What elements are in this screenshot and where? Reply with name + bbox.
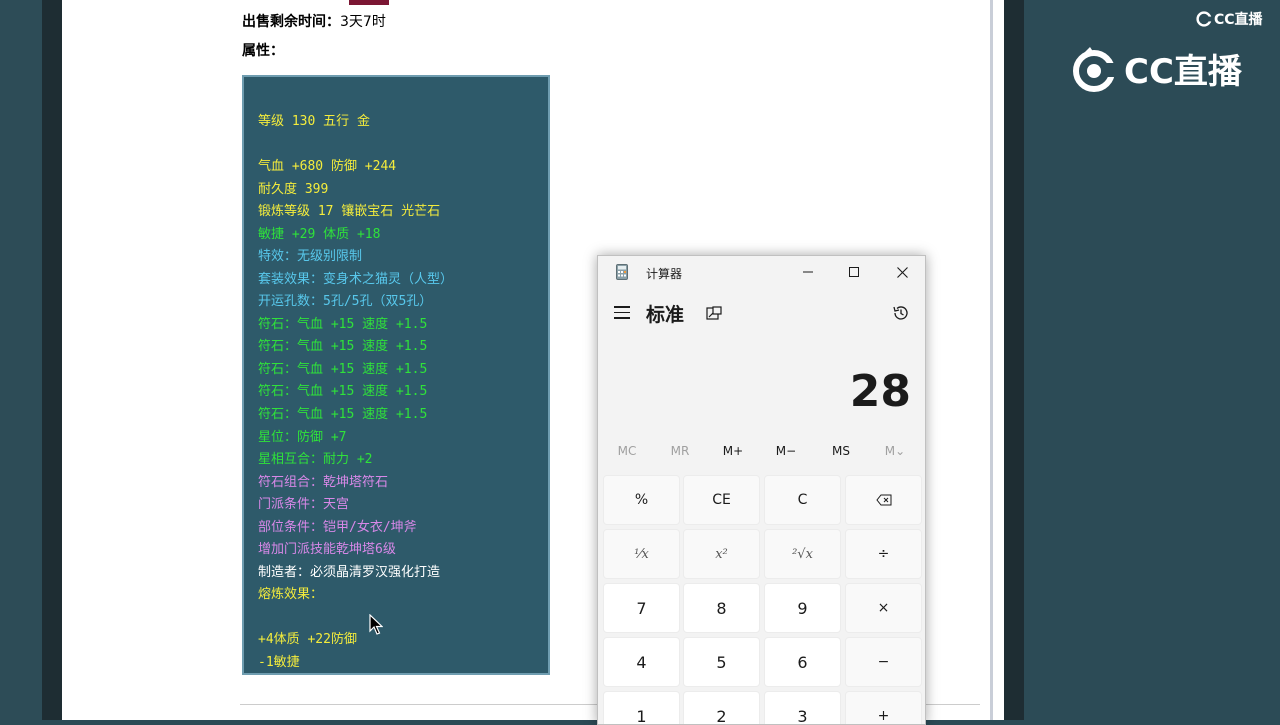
attr-line: 等级 130 五行 金	[258, 114, 370, 129]
attr-line: 熔炼效果：	[258, 587, 324, 602]
history-icon[interactable]	[892, 304, 910, 322]
backspace-button[interactable]	[845, 475, 922, 525]
memory-subtract-button[interactable]: M−	[759, 444, 813, 458]
attr-line: 特效：无级别限制	[258, 249, 363, 264]
calculator-titlebar[interactable]: 计算器	[598, 256, 925, 288]
keep-on-top-icon[interactable]	[706, 306, 722, 322]
memory-clear-button[interactable]: MC	[600, 444, 654, 458]
reciprocal-button[interactable]: ¹⁄x	[603, 529, 680, 579]
right-background	[1024, 0, 1280, 720]
attr-line: 符石：气血 +15 速度 +1.5	[258, 407, 428, 422]
attr-line: +4体质 +22防御	[258, 632, 357, 647]
attributes-label: 属性：	[242, 43, 284, 59]
square-root-button[interactable]: ²√x	[764, 529, 841, 579]
attr-line: 符石：气血 +15 速度 +1.5	[258, 362, 428, 377]
close-button[interactable]	[879, 256, 925, 288]
attr-line: 增加门派技能乾坤塔6级	[258, 542, 396, 557]
digit-8-button[interactable]: 8	[683, 583, 760, 633]
left-background	[0, 0, 42, 720]
hamburger-menu-icon[interactable]	[614, 306, 630, 320]
multiply-button[interactable]: ×	[845, 583, 922, 633]
digit-5-button[interactable]: 5	[683, 637, 760, 687]
square-button[interactable]: x²	[683, 529, 760, 579]
memory-list-button[interactable]: M⌄	[868, 444, 922, 458]
digit-7-button[interactable]: 7	[603, 583, 680, 633]
attr-line: 符石：气血 +15 速度 +1.5	[258, 339, 428, 354]
calculator-app-icon	[616, 264, 628, 280]
attr-line: 气血 +680 防御 +244	[258, 159, 397, 174]
clear-entry-button[interactable]: CE	[683, 475, 760, 525]
attr-line: 星相互合：耐力 +2	[258, 452, 373, 467]
top-tab-marker	[349, 0, 389, 5]
calculator-header: 标准	[598, 294, 925, 334]
attr-line: 敏捷 +29 体质 +18	[258, 227, 381, 242]
attr-line: 符石组合：乾坤塔符石	[258, 475, 389, 490]
memory-store-button[interactable]: MS	[814, 444, 868, 458]
digit-4-button[interactable]: 4	[603, 637, 680, 687]
calculator-title: 计算器	[646, 267, 683, 281]
attr-line: 开运孔数：5孔/5孔（双5孔）	[258, 294, 433, 309]
percent-button[interactable]: %	[603, 475, 680, 525]
attr-line: 符石：气血 +15 速度 +1.5	[258, 384, 428, 399]
close-icon	[896, 266, 908, 278]
attr-line: -1敏捷	[258, 655, 300, 670]
backspace-icon	[875, 494, 891, 506]
attributes-row: 属性：	[242, 40, 284, 60]
cc-logo-icon	[1073, 46, 1118, 92]
digit-6-button[interactable]: 6	[764, 637, 841, 687]
cc-logo-text-small: CC直播	[1214, 12, 1263, 28]
attr-line: 耐久度 399	[258, 182, 329, 197]
cc-logo-text-large: CC直播	[1124, 52, 1242, 92]
memory-row: MC MR M+ M− MS M⌄	[598, 444, 925, 466]
page-scroll-border	[990, 0, 993, 720]
memory-recall-button[interactable]: MR	[653, 444, 707, 458]
calculator-display: 28	[849, 366, 911, 417]
attr-line: 制造者：必须晶清罗汉强化打造	[258, 565, 441, 580]
right-border-stripe	[1004, 0, 1024, 720]
memory-add-button[interactable]: M+	[706, 444, 760, 458]
sale-time-label: 出售剩余时间：	[242, 14, 340, 30]
minimize-button[interactable]	[785, 256, 831, 288]
maximize-button[interactable]	[831, 256, 877, 288]
mouse-pointer-icon	[369, 614, 383, 635]
sale-time-value: 3天7时	[340, 14, 386, 30]
maximize-icon	[849, 267, 859, 277]
subtract-button[interactable]: −	[845, 637, 922, 687]
cc-live-logo-large: CC直播	[1070, 44, 1242, 93]
minimize-icon	[803, 271, 813, 273]
item-attribute-panel: 等级 130 五行 金 气血 +680 防御 +244 耐久度 399 锻炼等级…	[242, 75, 550, 675]
clear-button[interactable]: C	[764, 475, 841, 525]
cc-logo-icon	[1196, 11, 1212, 27]
attr-line: 星位：防御 +7	[258, 430, 347, 445]
sale-time-row: 出售剩余时间：3天7时	[242, 11, 386, 31]
left-border-stripe	[42, 0, 62, 720]
digit-9-button[interactable]: 9	[764, 583, 841, 633]
attr-line: 符石：气血 +15 速度 +1.5	[258, 317, 428, 332]
calculator-window: 计算器 标准 28 MC MR M+ M− MS M⌄ % CE C ¹⁄x x…	[597, 255, 926, 725]
attr-line: 套装效果：变身术之猫灵（人型）	[258, 272, 454, 287]
attr-line: 部位条件：铠甲/女衣/坤斧	[258, 520, 417, 535]
calculator-mode-title: 标准	[646, 304, 685, 326]
attr-line: 门派条件：天宫	[258, 497, 350, 512]
divide-button[interactable]: ÷	[845, 529, 922, 579]
attr-line: 锻炼等级 17 镶嵌宝石 光芒石	[258, 204, 441, 219]
cc-live-logo-small: CC直播	[1196, 9, 1263, 29]
